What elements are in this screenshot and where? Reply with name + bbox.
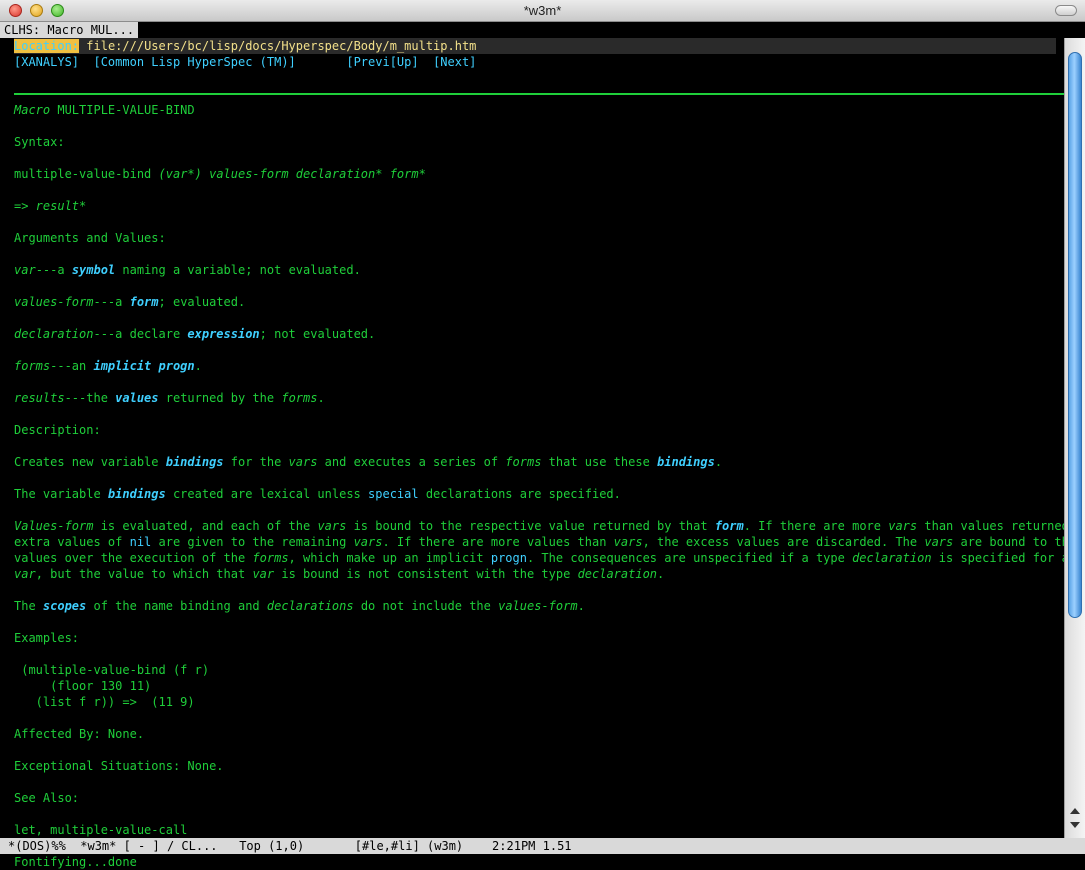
glossary-link-scopes[interactable]: scopes bbox=[43, 599, 86, 613]
horizontal-rule bbox=[14, 93, 1064, 95]
code-line-3: (list f r)) => (11 9) bbox=[14, 695, 195, 709]
code-line-1: (multiple-value-bind (f r) bbox=[14, 663, 210, 677]
args-label: Arguments and Values: bbox=[14, 231, 166, 245]
nav-link-xanalys[interactable]: [XANALYS] bbox=[14, 55, 79, 69]
link-nil[interactable]: nil bbox=[130, 535, 152, 549]
glossary-link-bindings-2[interactable]: bindings bbox=[657, 455, 715, 469]
location-label: Location: bbox=[14, 39, 80, 53]
arg-results: results---the values returned by the for… bbox=[14, 391, 325, 405]
glossary-link-form[interactable]: form bbox=[130, 295, 159, 309]
buffer-tab[interactable]: CLHS: Macro MUL... bbox=[0, 22, 139, 38]
scroll-down-arrow-icon[interactable] bbox=[1070, 822, 1080, 828]
nav-link-prev-up[interactable]: [Previ[Up] bbox=[346, 55, 418, 69]
description-para-3-line-1: Values-form is evaluated, and each of th… bbox=[14, 519, 1064, 533]
glossary-link-values[interactable]: values bbox=[115, 391, 158, 405]
vertical-scrollbar[interactable] bbox=[1064, 38, 1085, 838]
arg-values-form: values-form---a form; evaluated. bbox=[14, 295, 246, 309]
scrollbar-thumb[interactable] bbox=[1068, 52, 1082, 618]
description-para-2: The variable bindings created are lexica… bbox=[14, 487, 621, 501]
syntax-line: multiple-value-bind (var*) values-form d… bbox=[14, 167, 426, 181]
toolbar-toggle-button[interactable] bbox=[1055, 5, 1077, 16]
exceptional-situations: Exceptional Situations: None. bbox=[14, 759, 224, 773]
glossary-link-implicit-progn[interactable]: implicit progn bbox=[93, 359, 194, 373]
header-line: CLHS: Macro MUL... bbox=[0, 22, 1085, 38]
scroll-up-arrow-icon[interactable] bbox=[1070, 808, 1080, 814]
arg-forms: forms---an implicit progn. bbox=[14, 359, 202, 373]
window-titlebar: *w3m* bbox=[0, 0, 1085, 22]
nav-link-next[interactable]: [Next] bbox=[433, 55, 476, 69]
link-progn[interactable]: progn bbox=[491, 551, 527, 565]
see-also-links[interactable]: let, multiple-value-call bbox=[14, 822, 187, 838]
glossary-link-symbol[interactable]: symbol bbox=[72, 263, 115, 277]
location-url[interactable]: file:///Users/bc/lisp/docs/Hyperspec/Bod… bbox=[86, 39, 476, 53]
description-para-3-line-2: extra values of nil are given to the rem… bbox=[14, 535, 1064, 549]
description-para-1: Creates new variable bindings for the va… bbox=[14, 455, 723, 469]
syntax-result: => result* bbox=[14, 199, 87, 213]
location-line: Location: file:///Users/bc/lisp/docs/Hyp… bbox=[14, 38, 1056, 54]
see-also-label: See Also: bbox=[14, 791, 80, 805]
examples-label: Examples: bbox=[14, 631, 80, 645]
affected-by: Affected By: None. bbox=[14, 727, 145, 741]
glossary-link-bindings-3[interactable]: bindings bbox=[108, 487, 166, 501]
glossary-link-bindings[interactable]: bindings bbox=[166, 455, 224, 469]
arg-var: var---a symbol naming a variable; not ev… bbox=[14, 263, 361, 277]
echo-area: Fontifying...done bbox=[0, 854, 1085, 870]
glossary-link-expression[interactable]: expression bbox=[187, 327, 259, 341]
nav-line: [XANALYS] [Common Lisp HyperSpec (TM)] [… bbox=[14, 54, 476, 70]
page-heading: Macro MULTIPLE-VALUE-BIND bbox=[14, 103, 195, 117]
window-title: *w3m* bbox=[523, 3, 562, 18]
arg-declaration: declaration---a declare expression; not … bbox=[14, 327, 376, 341]
w3m-content: Location: file:///Users/bc/lisp/docs/Hyp… bbox=[0, 38, 1064, 838]
description-label: Description: bbox=[14, 423, 101, 437]
mode-line: *(DOS)%% *w3m* [ - ] / CL... Top (1,0) [… bbox=[0, 838, 1085, 854]
description-para-4: The scopes of the name binding and decla… bbox=[14, 599, 585, 613]
glossary-link-form-2[interactable]: form bbox=[715, 519, 744, 533]
description-para-3-line-4: var, but the value to which that var is … bbox=[14, 567, 665, 581]
code-line-2: (floor 130 11) bbox=[14, 679, 152, 693]
description-para-3-line-3: values over the execution of the forms, … bbox=[14, 551, 1064, 565]
nav-link-hyperspec[interactable]: [Common Lisp HyperSpec (TM)] bbox=[93, 55, 295, 69]
link-special[interactable]: special bbox=[368, 487, 419, 501]
syntax-label: Syntax: bbox=[14, 135, 65, 149]
